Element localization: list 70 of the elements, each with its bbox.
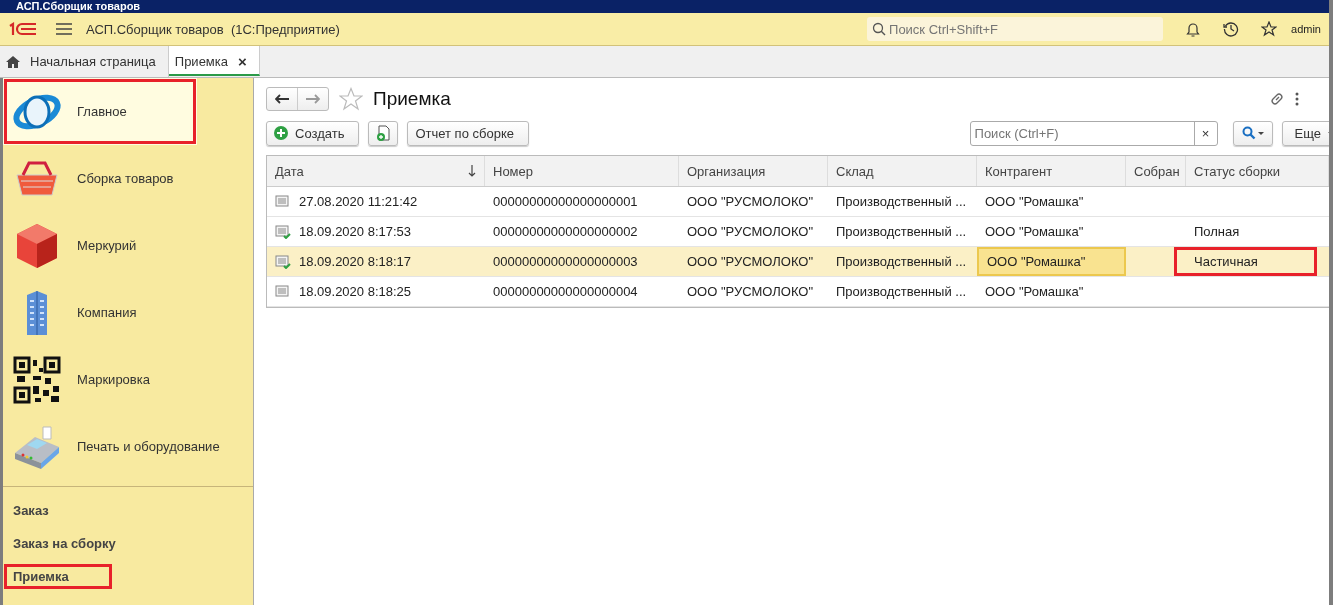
table-cell: ООО "Ромашка" (977, 247, 1126, 276)
more-options-icon[interactable] (1295, 92, 1299, 106)
table-cell-text: 00000000000000000002 (492, 223, 639, 241)
table-cell-text: 00000000000000000003 (492, 253, 639, 271)
search-field[interactable]: Поиск Ctrl+Shift+F (867, 17, 1164, 41)
report-button[interactable]: Отчет по сборке (407, 120, 529, 146)
table-cell: 18.09.2020 8:18:25 (267, 277, 485, 306)
search-icon (1241, 126, 1264, 140)
tab[interactable]: Начальная страница (0, 46, 169, 77)
window-title: АСП.Сборщик товаров (16, 0, 141, 13)
menu-icon[interactable] (56, 23, 72, 35)
column-header[interactable]: Собран (1126, 156, 1186, 186)
table-cell-text: ООО "РУСМОЛОКО" (686, 223, 815, 241)
user-name[interactable]: admin (1291, 23, 1321, 35)
sidebar-section[interactable]: Маркировка (3, 346, 253, 413)
create-button[interactable]: Создать (266, 120, 360, 146)
table-cell-text: ООО "РУСМОЛОКО" (686, 193, 815, 211)
table-cell-text: Производственный ... (835, 283, 968, 301)
sidebar-section[interactable]: Главное (3, 78, 197, 145)
column-header[interactable]: Склад (828, 156, 977, 186)
sidebar-section[interactable]: Сборка товаров (3, 145, 253, 212)
bell-icon[interactable] (1185, 21, 1202, 37)
column-header[interactable]: Статус сборки (1186, 156, 1329, 186)
table-cell: Частичная (1174, 247, 1317, 276)
app-title: АСП.Сборщик товаров (1С:Предприятие) (86, 21, 340, 37)
table-cell: 18.09.2020 8:18:17 (267, 247, 485, 276)
column-header[interactable]: Дата (267, 156, 485, 186)
navigation-link[interactable]: Приемка (7, 567, 109, 586)
sidebar-section[interactable]: Компания (3, 279, 253, 346)
table-cell-text: ООО "РУСМОЛОКО" (686, 253, 815, 271)
plus-icon (274, 126, 288, 140)
table-cell-text: ООО "РУСМОЛОКО" (686, 283, 815, 301)
table-cell-text: ООО "Ромашка" (984, 283, 1085, 301)
navigation-link[interactable]: Заказ (7, 501, 55, 520)
sidebar-section[interactable]: Меркурий (3, 212, 253, 279)
column-header[interactable]: Контрагент (977, 156, 1126, 186)
table-row[interactable]: 18.09.2020 8:18:25 00000000000000000004 ООО "РУСМОЛОКО" Производственный ... ООО "Ромашка" (267, 277, 1329, 307)
clear-search-button[interactable]: × (1193, 121, 1217, 145)
tab[interactable]: Приемка × (168, 46, 260, 76)
history-icon[interactable] (1223, 21, 1240, 37)
table-cell-text: ООО "Ромашка" (984, 193, 1085, 211)
table-cell-text: ООО "Ромашка" (984, 223, 1085, 241)
navigation-link[interactable]: Заказ на сборку (7, 534, 122, 553)
more-button[interactable]: Еще (1281, 120, 1329, 146)
table-cell-text: Производственный ... (835, 223, 968, 241)
sort-arrow-icon (468, 165, 476, 177)
star-icon[interactable] (339, 87, 363, 111)
table-cell-text: Полная (1193, 223, 1241, 241)
table-cell-text: 00000000000000000001 (492, 193, 639, 211)
table-cell-text: 00000000000000000004 (492, 283, 639, 301)
column-header[interactable]: Номер (485, 156, 679, 186)
table-cell-text: Производственный ... (835, 253, 968, 271)
close-tab-button[interactable]: × (238, 52, 247, 70)
copy-document-button[interactable] (368, 120, 399, 146)
search-field[interactable]: Поиск (Ctrl+F) × (969, 120, 1218, 146)
qr-code-icon (11, 355, 63, 404)
table-cell-text: Производственный ... (835, 193, 968, 211)
search-button[interactable] (1232, 120, 1273, 146)
table-cell: 27.08.2020 11:21:42 (267, 187, 485, 216)
link-icon[interactable] (1269, 91, 1285, 107)
column-header[interactable]: Организация (679, 156, 828, 186)
table-row[interactable]: 27.08.2020 11:21:42 00000000000000000001 ООО "РУСМОЛОКО" Производственный ... ООО "Ромашка" (267, 187, 1329, 217)
table-row[interactable]: 18.09.2020 8:18:17 00000000000000000003 ООО "РУСМОЛОКО" Производственный ... ООО "Ромашка" Частичная (267, 247, 1329, 277)
home-icon (6, 55, 20, 68)
document-add-icon (376, 125, 391, 141)
table-cell: 18.09.2020 8:17:53 (267, 217, 485, 246)
form-title: Приемка (373, 88, 451, 110)
sidebar-section[interactable]: Печать и оборудование (3, 413, 253, 480)
star-icon[interactable] (1261, 21, 1278, 37)
logo-icon (8, 22, 38, 36)
